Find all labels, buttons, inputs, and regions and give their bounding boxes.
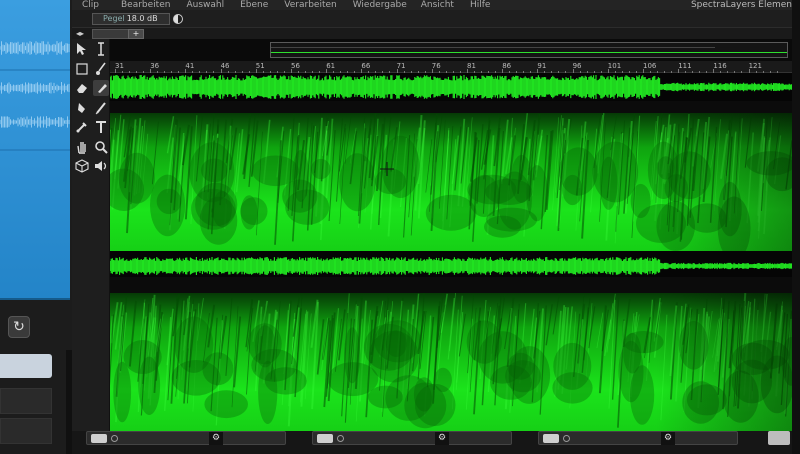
layer-solo-dot[interactable]: [337, 435, 344, 442]
ruler-tick-label: 121: [748, 62, 762, 70]
tab-strip: ◂▸ +: [72, 28, 792, 39]
menu-process[interactable]: Verarbeiten: [268, 0, 336, 10]
menu-clip[interactable]: Clip: [72, 0, 99, 10]
layer-control-1: ⚙: [86, 431, 286, 445]
cube-tool-icon[interactable]: [74, 158, 90, 174]
ruler-tick-label: 56: [291, 62, 300, 70]
host-app-panel: ↻: [0, 0, 72, 454]
ruler-tick-label: 76: [431, 62, 441, 70]
ruler-tick-label: 81: [467, 62, 476, 70]
ruler-tick-label: 51: [255, 62, 265, 70]
text-tool-icon[interactable]: [93, 119, 109, 135]
host-track-row[interactable]: [0, 418, 52, 444]
level-value: 18.0 dB: [126, 14, 158, 23]
layer-solo-dot[interactable]: [111, 435, 118, 442]
menu-view[interactable]: Ansicht: [407, 0, 454, 10]
option-bar: Pegel 18.0 dB: [72, 10, 792, 28]
level-field[interactable]: Pegel 18.0 dB: [92, 13, 170, 25]
layer-toggle[interactable]: [317, 434, 333, 443]
app-title: SpectraLayers Elemen: [690, 0, 792, 10]
host-track-header[interactable]: [0, 354, 52, 378]
layer-toggle[interactable]: [543, 434, 559, 443]
layer-control-3: ⚙: [538, 431, 738, 445]
host-waveform-clip[interactable]: [0, 0, 70, 300]
rectangle-select-tool-icon[interactable]: [74, 61, 90, 77]
channel-gap: [110, 101, 792, 113]
redo-button[interactable]: ↻: [8, 316, 30, 338]
add-tab-button[interactable]: +: [128, 29, 144, 39]
overview-track-line: [271, 47, 715, 48]
layer-toggle[interactable]: [91, 434, 107, 443]
overview-bar[interactable]: [110, 39, 792, 61]
ruler-tick-label: 41: [185, 62, 195, 70]
ruler-tick-label: 101: [607, 62, 622, 70]
gear-icon[interactable]: ⚙: [435, 432, 449, 445]
dropper-tool-icon[interactable]: [74, 119, 90, 135]
time-ruler[interactable]: 31 36 41 46 51 56 61 66 71 76 81 86 91 96 101 106 111 116…: [110, 61, 792, 73]
host-waveform-lane: [0, 116, 70, 128]
clone-tool-icon[interactable]: [74, 100, 90, 116]
ruler-tick-label: 91: [537, 62, 547, 70]
ruler-tick-label: 61: [326, 62, 336, 70]
channel2-spectrogram-fade: [110, 293, 792, 431]
project-tab[interactable]: [92, 29, 132, 39]
zoom-tool-icon[interactable]: [93, 139, 109, 155]
level-label: Pegel: [103, 14, 125, 23]
ruler-tick-label: 111: [678, 62, 692, 70]
ruler-tick-label: 116: [713, 62, 727, 70]
host-track-row[interactable]: [0, 388, 52, 414]
ruler-tick-label: 36: [150, 62, 160, 70]
right-edge: [792, 0, 800, 454]
ruler-tick-label: 66: [361, 62, 371, 70]
menu-playback[interactable]: Wiedergabe: [337, 0, 407, 10]
overview-view-window[interactable]: [270, 42, 788, 58]
layer-solo-dot[interactable]: [563, 435, 570, 442]
spectral-editor-window: Clip Bearbeiten Auswahl Ebene Verarbeite…: [72, 0, 792, 454]
menu-layer[interactable]: Ebene: [224, 0, 268, 10]
menu-edit[interactable]: Bearbeiten: [99, 0, 170, 10]
contrast-icon[interactable]: [173, 14, 183, 24]
channel-gap: [110, 277, 792, 293]
gear-icon[interactable]: ⚙: [661, 432, 675, 445]
host-waveform-lane: [0, 41, 70, 55]
hand-tool-icon[interactable]: [74, 139, 90, 155]
spectrogram-view[interactable]: [110, 73, 792, 431]
spectrogram-canvas: [110, 73, 792, 431]
ruler-tick-label: 106: [643, 62, 657, 70]
ruler-tick-label: 31: [115, 62, 124, 70]
pencil-tool-icon[interactable]: [93, 100, 109, 116]
channel-gap: [110, 251, 792, 255]
host-waveform-lane: [0, 82, 70, 94]
redo-icon: ↻: [13, 319, 25, 335]
menu-help[interactable]: Hilfe: [454, 0, 490, 10]
corner-button[interactable]: [768, 431, 790, 445]
channel1-spectrogram-fade: [110, 113, 792, 251]
gear-icon[interactable]: ⚙: [209, 432, 223, 445]
eraser-soft-tool-icon[interactable]: [93, 80, 109, 96]
eraser-tool-icon[interactable]: [74, 80, 90, 96]
time-select-tool-icon[interactable]: [93, 41, 109, 57]
ruler-tick-label: 71: [396, 62, 406, 70]
layer-control-2: ⚙: [312, 431, 512, 445]
ruler-tick-label: 46: [220, 62, 230, 70]
speaker-tool-icon[interactable]: [93, 158, 109, 174]
ruler-tick-label: 86: [502, 62, 512, 70]
menu-bar: Clip Bearbeiten Auswahl Ebene Verarbeite…: [72, 0, 792, 10]
overview-waveform-line: [271, 52, 787, 53]
menu-selection[interactable]: Auswahl: [170, 0, 224, 10]
ruler-tick-label: 96: [572, 62, 582, 70]
tab-nav-arrows[interactable]: ◂▸: [76, 28, 84, 39]
tool-palette: [72, 39, 110, 434]
multi-select-tool-icon[interactable]: [74, 41, 90, 57]
host-waveform: [0, 41, 70, 151]
brush-select-tool-icon[interactable]: [93, 61, 109, 77]
